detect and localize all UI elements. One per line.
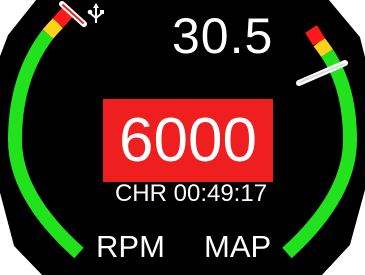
left-gauge-red-band: [52, 7, 73, 28]
map-value: 30.5: [172, 8, 274, 64]
map-label: MAP: [204, 229, 272, 264]
right-gauge-red-band: [305, 25, 326, 46]
engine-gauge-screen: 30.5 6000 CHR 00:49:17 RPM MAP: [0, 0, 365, 275]
chrono-timer: CHR 00:49:17: [114, 180, 268, 207]
rpm-label: RPM: [96, 229, 165, 264]
rpm-value: 6000: [119, 106, 257, 175]
left-gauge-yellow-band: [42, 18, 63, 39]
right-gauge-yellow-band: [313, 37, 333, 57]
